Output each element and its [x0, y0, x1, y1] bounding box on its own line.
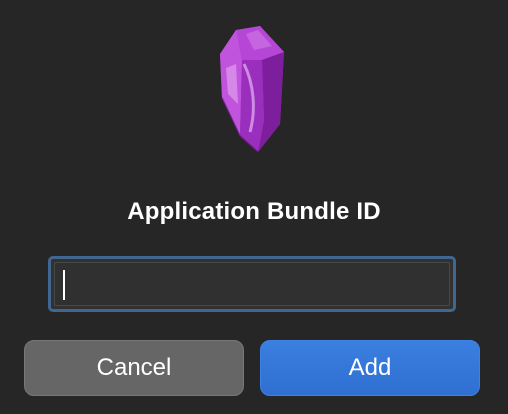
bundle-id-input[interactable] [54, 262, 450, 306]
add-button[interactable]: Add [260, 340, 480, 396]
cancel-button[interactable]: Cancel [24, 340, 244, 396]
bundle-id-input-focus-ring [48, 256, 456, 312]
add-bundle-id-dialog: Application Bundle ID Cancel Add [0, 0, 508, 414]
purple-crystal-icon [214, 24, 290, 154]
text-caret [63, 270, 65, 300]
dialog-title: Application Bundle ID [127, 198, 381, 225]
